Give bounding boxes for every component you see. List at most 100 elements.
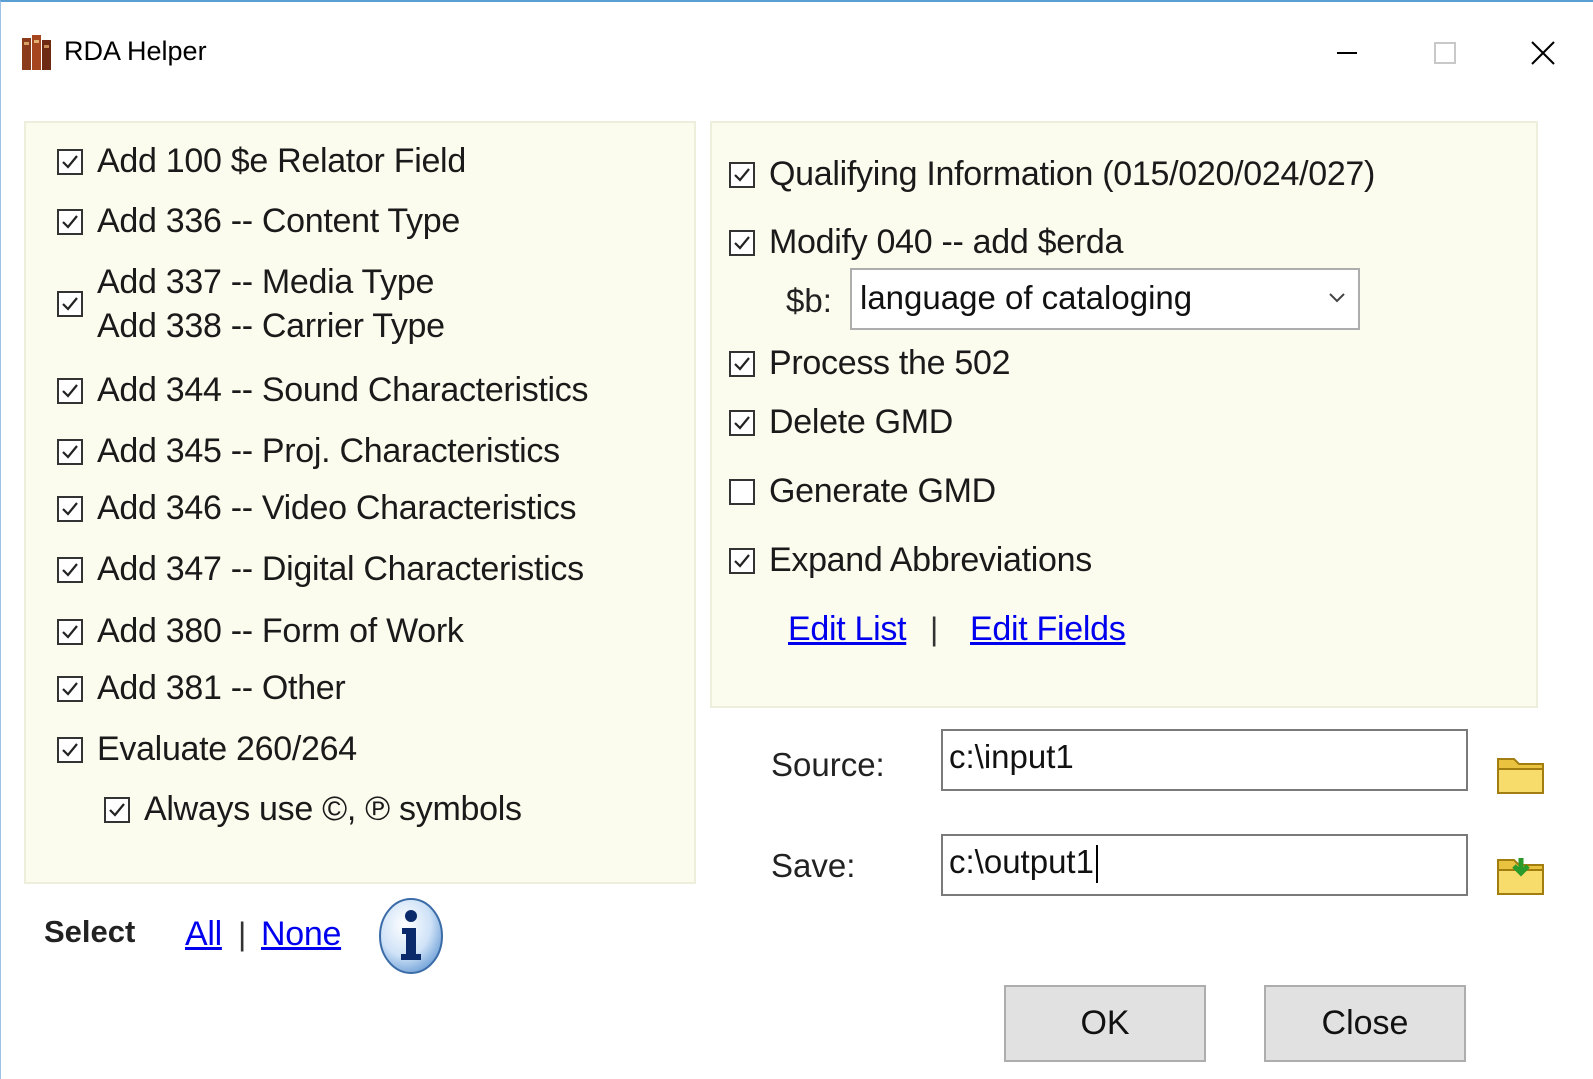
checkbox-label: Add 336 -- Content Type (97, 202, 460, 240)
checkbox-label-line2: Add 338 -- Carrier Type (97, 307, 445, 345)
checkbox-label: Add 381 -- Other (97, 669, 346, 707)
dropdown-selected-value: language of cataloging (860, 279, 1193, 316)
checkbox-label: Evaluate 260/264 (97, 730, 357, 768)
check-icon (734, 553, 750, 568)
checkbox-box[interactable] (729, 409, 755, 436)
check-icon (62, 383, 78, 398)
checkbox-label: Add 347 -- Digital Characteristics (97, 550, 584, 588)
check-icon (734, 415, 750, 430)
checkbox-label: Process the 502 (769, 344, 1011, 382)
checkbox-label: Delete GMD (769, 403, 954, 441)
source-path-input[interactable]: c:\input1 (941, 729, 1468, 791)
save-path-value: c:\output1 (949, 843, 1094, 880)
checkbox-add-346[interactable]: Add 346 -- Video Characteristics (57, 489, 577, 528)
checkbox-box[interactable] (57, 208, 83, 235)
checkbox-generate-gmd[interactable]: Generate GMD (729, 472, 996, 511)
checkbox-qualifying-information[interactable]: Qualifying Information (015/020/024/027) (729, 155, 1375, 194)
check-icon (62, 297, 78, 311)
close-icon (1531, 41, 1555, 65)
checkbox-add-381[interactable]: Add 381 -- Other (57, 669, 346, 708)
select-all-link[interactable]: All (185, 915, 222, 954)
checkbox-box[interactable] (57, 618, 83, 645)
maximize-button[interactable] (1415, 30, 1475, 76)
info-icon[interactable] (377, 897, 445, 975)
check-icon (734, 167, 750, 182)
save-path-input[interactable]: c:\output1 (941, 834, 1468, 896)
checkbox-box[interactable] (57, 377, 83, 404)
checkbox-box[interactable] (729, 478, 755, 505)
checkbox-modify-040[interactable]: Modify 040 -- add $erda (729, 223, 1123, 262)
maximize-icon (1434, 42, 1456, 64)
check-icon (734, 235, 750, 250)
minimize-button[interactable] (1317, 30, 1377, 76)
folder-icon[interactable] (1495, 747, 1547, 799)
checkbox-box[interactable] (57, 556, 83, 583)
checkbox-process-502[interactable]: Process the 502 (729, 344, 1011, 383)
close-window-button[interactable] (1513, 30, 1573, 76)
checkbox-delete-gmd[interactable]: Delete GMD (729, 403, 953, 442)
checkbox-label-multiline: Add 337 -- Media Type Add 338 -- Carrier… (97, 260, 445, 348)
source-label: Source: (771, 746, 885, 783)
checkbox-add-345[interactable]: Add 345 -- Proj. Characteristics (57, 432, 560, 471)
checkbox-box[interactable] (57, 438, 83, 465)
check-icon (62, 562, 78, 577)
checkbox-box[interactable] (57, 736, 83, 763)
checkbox-box[interactable] (729, 547, 755, 574)
check-icon (62, 681, 78, 696)
checkbox-box[interactable] (729, 161, 755, 188)
chevron-down-icon (1329, 293, 1345, 303)
checkbox-box[interactable] (57, 675, 83, 702)
title-bar[interactable]: RDA Helper (1, 14, 1593, 94)
checkbox-box[interactable] (104, 796, 130, 823)
checkbox-box[interactable] (729, 350, 755, 377)
checkbox-label: Add 380 -- Form of Work (97, 612, 464, 650)
checkbox-add-380[interactable]: Add 380 -- Form of Work (57, 612, 464, 651)
books-app-icon (22, 35, 51, 70)
check-icon (734, 356, 750, 371)
minimize-icon (1337, 52, 1357, 54)
checkbox-label: Add 346 -- Video Characteristics (97, 489, 577, 527)
checkbox-label: Generate GMD (769, 472, 996, 510)
checkbox-evaluate-260-264[interactable]: Evaluate 260/264 (57, 730, 357, 769)
ok-button[interactable]: OK (1004, 985, 1206, 1062)
language-of-cataloging-dropdown[interactable]: language of cataloging (850, 268, 1360, 330)
checkbox-label: Add 344 -- Sound Characteristics (97, 371, 589, 409)
checkbox-label: Add 100 $e Relator Field (97, 142, 466, 180)
checkbox-always-use-symbols[interactable]: Always use ©, ℗ symbols (104, 790, 522, 829)
checkbox-box[interactable] (729, 229, 755, 256)
select-none-link[interactable]: None (261, 915, 341, 954)
window-title: RDA Helper (64, 36, 207, 66)
link-separator: | (930, 611, 939, 647)
check-icon (62, 154, 78, 169)
close-button[interactable]: Close (1264, 985, 1466, 1062)
checkbox-add-344[interactable]: Add 344 -- Sound Characteristics (57, 371, 589, 410)
select-label: Select (44, 914, 136, 949)
save-label: Save: (771, 847, 856, 884)
checkbox-expand-abbreviations[interactable]: Expand Abbreviations (729, 541, 1092, 580)
check-icon (62, 624, 78, 639)
check-icon (62, 214, 78, 229)
check-icon (109, 802, 125, 817)
checkbox-add-347[interactable]: Add 347 -- Digital Characteristics (57, 550, 584, 589)
check-icon (62, 501, 78, 516)
check-icon (62, 742, 78, 757)
checkbox-box[interactable] (57, 148, 83, 175)
checkbox-add-100[interactable]: Add 100 $e Relator Field (57, 142, 466, 181)
edit-list-link[interactable]: Edit List (788, 610, 907, 649)
checkbox-label-line1: Add 337 -- Media Type (97, 263, 435, 301)
checkbox-box[interactable] (57, 291, 83, 317)
checkbox-label: Qualifying Information (015/020/024/027) (769, 155, 1376, 193)
source-path-value: c:\input1 (949, 738, 1074, 775)
checkbox-label: Modify 040 -- add $erda (769, 223, 1124, 261)
text-caret (1095, 845, 1098, 884)
rda-helper-window: RDA Helper Add 100 $e Relator Field Add … (0, 0, 1593, 1079)
check-icon (62, 444, 78, 459)
edit-fields-link[interactable]: Edit Fields (970, 610, 1126, 649)
checkbox-add-336[interactable]: Add 336 -- Content Type (57, 202, 460, 241)
checkbox-add-337-338[interactable]: Add 337 -- Media Type Add 338 -- Carrier… (57, 260, 445, 348)
folder-save-icon[interactable] (1495, 848, 1547, 900)
checkbox-box[interactable] (57, 495, 83, 522)
checkbox-label: Always use ©, ℗ symbols (144, 790, 522, 828)
select-separator: | (238, 916, 247, 952)
checkbox-label: Expand Abbreviations (769, 541, 1092, 579)
